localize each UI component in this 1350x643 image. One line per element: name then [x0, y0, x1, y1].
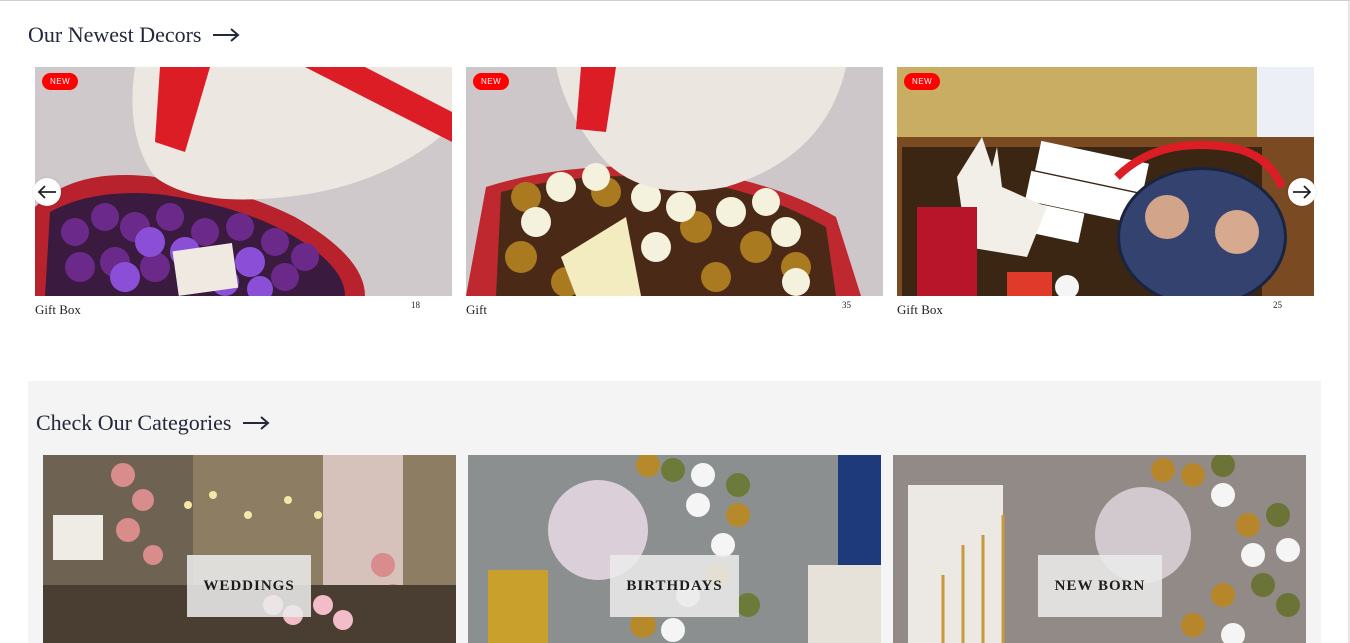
decor-count: 25: [1273, 300, 1282, 310]
newest-decors-title: Our Newest Decors: [28, 22, 202, 47]
categories-section: Check Our Categories WEDDINGS BIRTHDAYS …: [28, 381, 1321, 643]
decor-image-kinder-box[interactable]: [897, 67, 1314, 296]
newest-decors-heading[interactable]: Our Newest Decors: [28, 22, 240, 48]
categories-heading[interactable]: Check Our Categories: [36, 410, 270, 436]
new-badge: NEW: [42, 73, 79, 90]
categories-title: Check Our Categories: [36, 410, 232, 435]
new-badge: NEW: [473, 73, 510, 90]
decor-image-gold-roses[interactable]: [466, 67, 883, 296]
decor-card[interactable]: NEW Gift Box 25: [897, 67, 1314, 322]
category-label-weddings[interactable]: WEDDINGS: [187, 555, 311, 617]
arrow-right-icon: [242, 416, 270, 430]
decor-count: 35: [842, 300, 851, 310]
decor-name[interactable]: Gift Box: [897, 302, 943, 318]
category-label-newborn[interactable]: NEW BORN: [1038, 555, 1162, 617]
category-card-birthdays[interactable]: BIRTHDAYS: [468, 455, 881, 643]
top-divider: [0, 0, 1350, 1]
category-card-weddings[interactable]: WEDDINGS: [43, 455, 456, 643]
carousel-prev-button[interactable]: [33, 178, 61, 206]
decor-card[interactable]: NEW Gift Box 18: [35, 67, 452, 322]
decor-name[interactable]: Gift: [466, 302, 487, 318]
category-label-birthdays[interactable]: BIRTHDAYS: [610, 555, 739, 617]
decor-count: 18: [411, 300, 420, 310]
carousel-next-button[interactable]: [1288, 178, 1316, 206]
arrow-left-icon: [37, 185, 56, 199]
decor-name[interactable]: Gift Box: [35, 302, 81, 318]
arrow-right-icon: [1293, 185, 1312, 199]
new-badge: NEW: [904, 73, 941, 90]
arrow-right-icon: [212, 28, 240, 42]
category-card-newborn[interactable]: NEW BORN: [893, 455, 1306, 643]
decor-image-purple-roses[interactable]: [35, 67, 452, 296]
decor-card[interactable]: NEW Gift 35: [466, 67, 883, 322]
